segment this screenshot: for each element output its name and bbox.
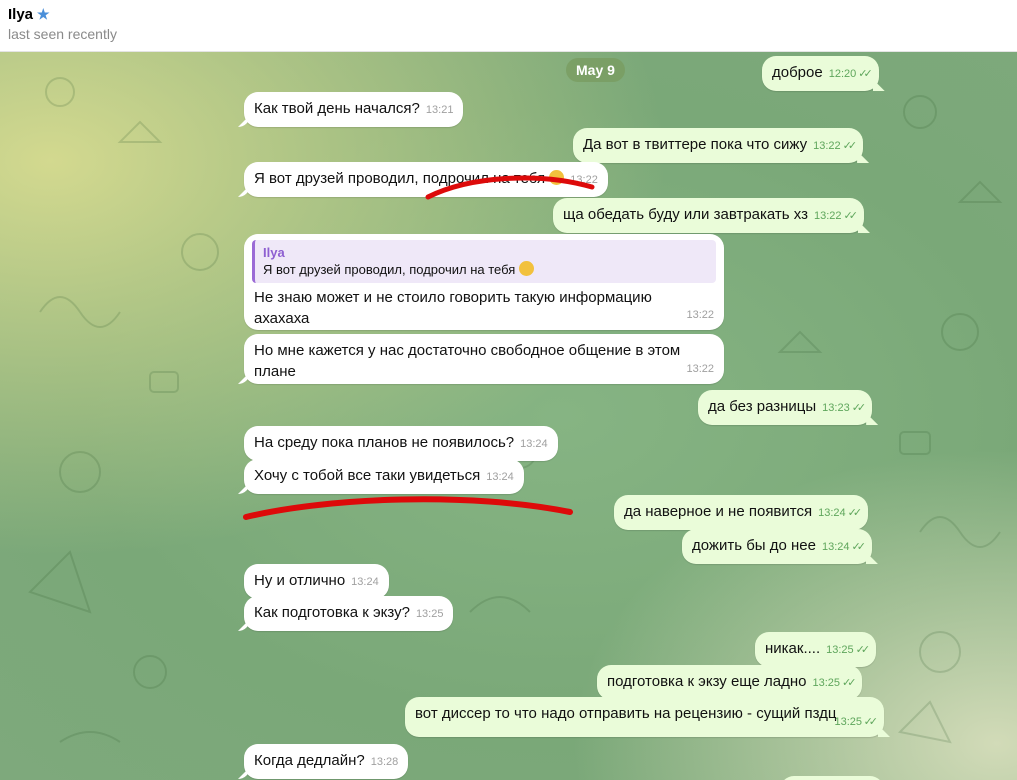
message-text: никак.... (765, 640, 821, 657)
message-time: 13:22 (686, 309, 714, 321)
message-bubble-in[interactable]: Но мне кажется у нас достаточно свободно… (244, 334, 724, 384)
message-text-line: Не знаю может и не стоило говорить такую… (254, 289, 652, 306)
read-checkmarks-icon: ✓✓ (847, 507, 863, 519)
contact-status: last seen recently (8, 26, 117, 42)
message-text: Ну и отлично (254, 572, 346, 589)
message-time: 13:25 (826, 644, 854, 656)
grinning-sweat-emoji-icon (549, 170, 565, 185)
message-bubble-out[interactable]: доброе 12:20 ✓✓ (762, 56, 879, 91)
message-time: 13:24 (520, 438, 548, 450)
message-time: 13:22 (814, 210, 842, 222)
read-checkmarks-icon: ✓✓ (855, 644, 871, 656)
message-text: Я вот друзей проводил, подрочил на тебя (254, 170, 546, 187)
reply-text-row: Я вот друзей проводил, подрочил на тебя (263, 261, 708, 279)
message-bubble-out[interactable]: никак.... 13:25 ✓✓ (755, 632, 877, 667)
read-checkmarks-icon: ✓✓ (858, 68, 873, 80)
message-time: 13:23 (822, 402, 850, 414)
grinning-sweat-emoji-icon (518, 261, 534, 276)
read-checkmarks-icon: ✓✓ (843, 210, 859, 222)
message-text: Как твой день начался? (254, 100, 420, 117)
message-list[interactable]: May 9 доброе 12:20 ✓✓ Как твой день началс… (0, 52, 1017, 780)
message-text-line: ахахаха (254, 310, 310, 327)
message-text: Да вот в твиттере пока что сижу (583, 136, 808, 153)
message-bubble-in[interactable]: Ну и отлично 13:24 (244, 564, 389, 599)
read-checkmarks-icon: ✓✓ (851, 541, 867, 553)
message-bubble-in[interactable]: Как подготовка к экзу? 13:25 (244, 596, 454, 631)
chat-header[interactable]: Ilya ★ last seen recently (0, 0, 1017, 52)
contact-name-row[interactable]: Ilya ★ (8, 6, 50, 23)
reply-text: Я вот друзей проводил, подрочил на тебя (263, 262, 516, 277)
message-time: 13:25 (834, 716, 862, 728)
message-bubble-out[interactable]: ща обедать буду или завтракать хз 13:22 ✓✓ (553, 198, 864, 233)
message-text: доброе (772, 64, 823, 81)
message-bubble-in[interactable]: Когда дедлайн? 13:28 (244, 744, 409, 779)
message-text: На среду пока планов не появилось? (254, 434, 515, 451)
message-time: 13:22 (570, 174, 598, 186)
read-checkmarks-icon: ✓✓ (851, 402, 867, 414)
message-bubble-in[interactable]: Как твой день начался? 13:21 (244, 92, 464, 127)
message-time: 13:22 (813, 140, 841, 152)
message-time: 13:28 (370, 756, 399, 768)
reply-author: Ilya (263, 245, 285, 260)
message-bubble-in-reply[interactable]: Ilya Я вот друзей проводил, подрочил на … (244, 234, 724, 330)
message-bubble-out[interactable]: да наверное и не появится 13:24 ✓✓ (614, 495, 869, 530)
message-time: 13:22 (686, 363, 714, 375)
message-bubble-in[interactable]: Хочу с тобой все таки увидеться 13:24 (244, 459, 524, 494)
message-bubble-out-partial[interactable] (780, 776, 884, 780)
contact-name[interactable]: Ilya (8, 6, 33, 23)
message-time: 13:24 (351, 576, 379, 588)
message-text: Хочу с тобой все таки увидеться (254, 467, 481, 484)
message-time: 13:21 (425, 104, 454, 116)
message-time: 13:25 (812, 677, 840, 689)
message-bubble-out[interactable]: да без разницы 13:23 ✓✓ (698, 390, 873, 425)
read-checkmarks-icon: ✓✓ (842, 140, 858, 152)
message-text-block: Не знаю может и не стоило говорить такую… (252, 287, 716, 329)
message-text-line: плане (254, 363, 296, 380)
message-text: да без разницы (708, 398, 817, 415)
message-bubble-in[interactable]: На среду пока планов не появилось? 13:24 (244, 426, 558, 461)
star-icon: ★ (37, 6, 50, 22)
read-checkmarks-icon: ✓✓ (841, 677, 857, 689)
message-time: 13:24 (486, 471, 514, 483)
message-bubble-in[interactable]: Я вот друзей проводил, подрочил на тебя … (244, 162, 608, 197)
message-time: 13:24 (821, 541, 850, 553)
message-bubble-out[interactable]: вот диссер то что надо отправить на реце… (405, 697, 884, 737)
message-text: подготовка к экзу еще ладно (607, 673, 807, 690)
read-checkmarks-icon: ✓✓ (863, 716, 879, 728)
message-text: да наверное и не появится (624, 503, 813, 520)
message-time: 12:20 (828, 68, 857, 80)
message-text-line: Но мне кажется у нас достаточно свободно… (254, 342, 681, 359)
message-text: дожить бы до нее (692, 537, 816, 554)
message-text: Когда дедлайн? (254, 752, 365, 769)
message-text: ща обедать буду или завтракать хз (563, 206, 808, 223)
message-bubble-out[interactable]: дожить бы до нее 13:24 ✓✓ (682, 529, 872, 564)
reply-quote[interactable]: Ilya Я вот друзей проводил, подрочил на … (252, 240, 716, 283)
message-bubble-out[interactable]: Да вот в твиттере пока что сижу 13:22 ✓✓ (573, 128, 864, 163)
message-text: Как подготовка к экзу? (254, 604, 410, 621)
date-divider: May 9 (566, 58, 625, 82)
message-time: 13:25 (415, 608, 444, 620)
message-bubble-out[interactable]: подготовка к экзу еще ладно 13:25 ✓✓ (597, 665, 863, 700)
message-text: вот диссер то что надо отправить на реце… (415, 705, 837, 722)
message-time: 13:24 (818, 507, 846, 519)
